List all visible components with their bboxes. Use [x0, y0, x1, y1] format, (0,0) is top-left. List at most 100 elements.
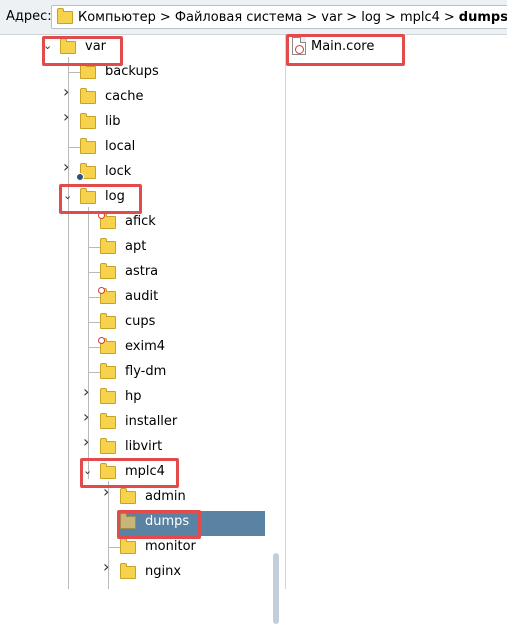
breadcrumb-filesystem[interactable]: Файловая система	[174, 10, 304, 25]
tree-item-fly-dm[interactable]: fly-dm	[0, 360, 270, 385]
breadcrumb-log[interactable]: log	[360, 10, 382, 25]
tree-item-label: backups	[105, 64, 159, 79]
folder-icon	[120, 513, 136, 529]
tree-item-label: nginx	[145, 564, 182, 579]
folder-icon	[80, 88, 96, 104]
restricted-emblem-icon	[98, 287, 105, 294]
tree-item-label: monitor	[145, 539, 196, 554]
tree-item-admin[interactable]: › admin	[0, 484, 270, 510]
chevron-right-icon[interactable]: ›	[83, 434, 93, 450]
tree-item-label: cache	[105, 89, 144, 104]
breadcrumb-dumps[interactable]: dumps	[458, 10, 507, 25]
link-emblem-icon	[76, 173, 84, 181]
folder-icon	[98, 212, 116, 229]
folder-icon	[80, 138, 96, 154]
tree-item-installer[interactable]: › installer	[0, 409, 270, 435]
folder-icon	[100, 313, 116, 329]
tree-item-mplc4[interactable]: ⌄ mplc4	[0, 460, 270, 485]
tree-item-audit[interactable]: audit	[0, 285, 270, 310]
chevron-right-icon[interactable]: ›	[103, 559, 113, 575]
tree-item-afick[interactable]: afick	[0, 210, 270, 235]
folder-icon	[80, 188, 96, 204]
chevron-right-icon[interactable]: ›	[63, 84, 73, 100]
breadcrumb-computer[interactable]: Компьютер	[77, 10, 157, 25]
breadcrumb-separator: >	[443, 9, 455, 25]
chevron-down-icon[interactable]: ⌄	[83, 465, 93, 476]
folder-icon	[98, 337, 116, 354]
folder-icon	[120, 538, 136, 554]
breadcrumb-mplc4[interactable]: mplc4	[399, 10, 441, 25]
folder-icon	[57, 7, 73, 24]
address-bar: Адрес: Компьютер > Файловая система > va…	[0, 0, 507, 35]
tree-item-lib[interactable]: › lib	[0, 109, 270, 135]
breadcrumb-separator: >	[346, 9, 358, 25]
folder-icon	[100, 263, 116, 279]
folder-icon	[100, 363, 116, 379]
tree-item-label: admin	[145, 489, 186, 504]
restricted-emblem-icon	[98, 337, 105, 344]
chevron-down-icon[interactable]: ⌄	[43, 40, 53, 51]
tree-item-label: installer	[125, 414, 178, 429]
tree-item-label: astra	[125, 264, 159, 279]
tree-item-var[interactable]: ⌄ var	[0, 35, 270, 60]
tree-item-exim4[interactable]: exim4	[0, 335, 270, 360]
tree-item-nginx[interactable]: › nginx	[0, 559, 270, 585]
file-item-main-core[interactable]: Main.core	[292, 37, 374, 55]
address-label: Адрес:	[6, 9, 52, 24]
breadcrumb-var[interactable]: var	[320, 10, 343, 25]
folder-icon	[120, 563, 136, 579]
tree-item-label: afick	[125, 214, 156, 229]
breadcrumb-separator: >	[385, 9, 396, 25]
tree-item-label: lib	[105, 114, 121, 129]
tree-item-label: local	[105, 139, 136, 154]
tree-item-label: fly-dm	[125, 364, 167, 379]
restricted-emblem-icon	[98, 212, 105, 219]
chevron-right-icon[interactable]: ›	[103, 484, 113, 500]
folder-icon	[120, 488, 136, 504]
folder-icon	[100, 413, 116, 429]
pane-divider[interactable]	[285, 35, 286, 589]
folder-icon	[100, 238, 116, 254]
tree-item-astra[interactable]: astra	[0, 260, 270, 285]
tree-item-label: libvirt	[125, 439, 163, 454]
folder-icon	[100, 438, 116, 454]
tree-item-label: log	[105, 189, 125, 204]
tree-item-libvirt[interactable]: › libvirt	[0, 434, 270, 460]
chevron-down-icon[interactable]: ⌄	[63, 190, 73, 201]
folder-icon	[80, 113, 96, 129]
tree-item-label: dumps	[145, 514, 190, 529]
tree-item-log[interactable]: ⌄ log	[0, 185, 270, 210]
tree-item-lock[interactable]: › lock	[0, 159, 270, 185]
folder-icon	[100, 463, 116, 479]
tree-item-cache[interactable]: › cache	[0, 84, 270, 110]
folder-icon	[60, 38, 76, 54]
tree-item-monitor[interactable]: monitor	[0, 535, 270, 560]
chevron-right-icon[interactable]: ›	[83, 409, 93, 425]
folder-icon	[100, 388, 116, 404]
folder-icon	[98, 287, 116, 304]
tree-item-label: var	[85, 39, 107, 54]
tree-item-local[interactable]: local	[0, 135, 270, 160]
tree-item-label: apt	[125, 239, 147, 254]
tree-item-label: cups	[125, 314, 156, 329]
tree-item-label: hp	[125, 389, 142, 404]
folder-icon	[80, 63, 96, 79]
chevron-right-icon[interactable]: ›	[63, 159, 73, 175]
tree-item-cups[interactable]: cups	[0, 310, 270, 335]
core-file-icon	[292, 37, 306, 55]
folder-tree: ⌄ var backups › cache › lib local › lock ⌄ log afick…	[0, 35, 280, 624]
tree-item-apt[interactable]: apt	[0, 235, 270, 260]
tree-item-hp[interactable]: › hp	[0, 384, 270, 410]
tree-item-dumps[interactable]: dumps	[0, 510, 270, 535]
tree-item-label: mplc4	[125, 464, 165, 479]
file-name: Main.core	[311, 38, 375, 54]
folder-icon	[76, 163, 96, 181]
tree-item-backups[interactable]: backups	[0, 60, 270, 85]
breadcrumb-separator: >	[306, 9, 318, 25]
breadcrumb-separator: >	[159, 9, 171, 25]
chevron-right-icon[interactable]: ›	[63, 109, 73, 125]
chevron-right-icon[interactable]: ›	[83, 384, 93, 400]
address-path[interactable]: Компьютер > Файловая система > var > log…	[51, 5, 507, 29]
tree-item-label: lock	[105, 164, 132, 179]
tree-item-label: exim4	[125, 339, 166, 354]
